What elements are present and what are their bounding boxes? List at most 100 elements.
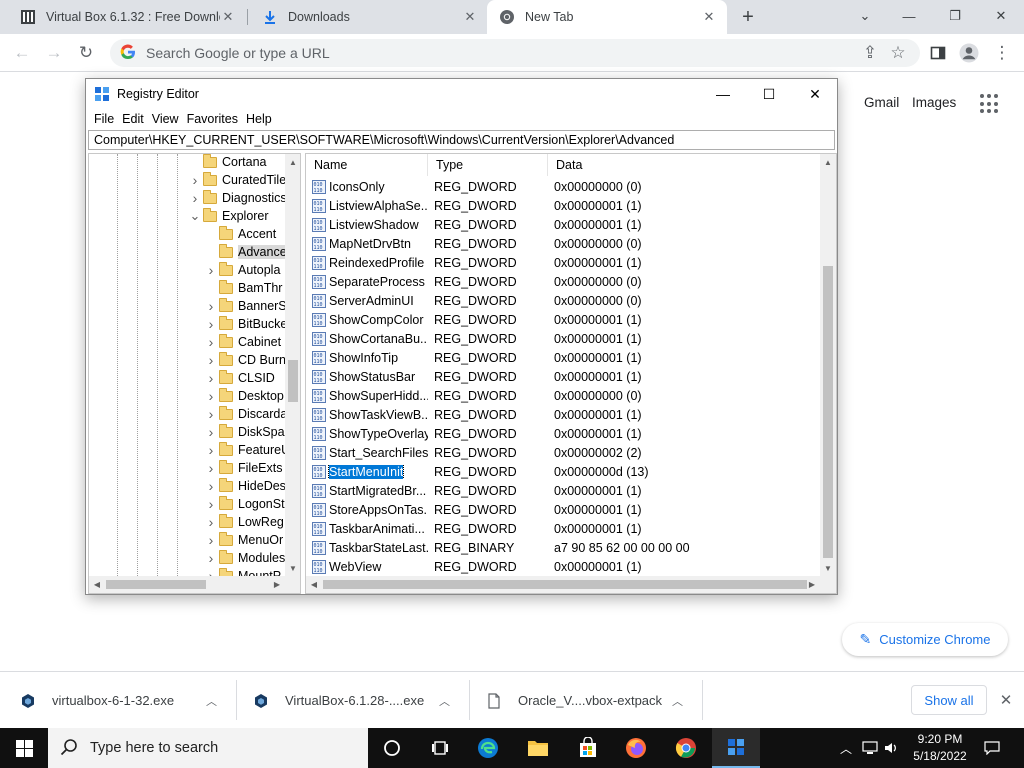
values-vertical-scrollbar[interactable]: ▲ ▼	[820, 154, 836, 576]
scroll-up-arrow-icon[interactable]: ▲	[285, 154, 300, 170]
value-row[interactable]: 010 110 ServerAdminUI REG_DWORD 0x00000000 (…	[306, 291, 820, 310]
chevron-up-icon[interactable]: ︿	[672, 693, 683, 709]
google-apps-icon[interactable]	[980, 94, 1000, 114]
tree-item[interactable]: › Autopla	[205, 261, 280, 279]
download-item[interactable]: VirtualBox-6.1.28-....exe ︿	[253, 672, 468, 729]
tree-item[interactable]: › Diagnostics	[189, 189, 285, 207]
close-icon[interactable]: ✕	[792, 79, 838, 109]
tree-item[interactable]: › CLSID	[205, 369, 275, 387]
scroll-down-arrow-icon[interactable]: ▼	[285, 560, 300, 576]
close-window-icon[interactable]: ✕	[978, 0, 1024, 32]
value-row[interactable]: 010 110 ShowInfoTip REG_DWORD 0x00000001 (1)	[306, 348, 820, 367]
chevron-right-icon[interactable]: ›	[205, 568, 217, 576]
store-icon[interactable]	[564, 728, 612, 768]
menu-file[interactable]: File	[90, 112, 118, 126]
reload-icon[interactable]: ↻	[74, 41, 98, 65]
tab-virtualbox[interactable]: Virtual Box 6.1.32 : Free Downlo ✕	[8, 0, 246, 34]
customize-chrome-button[interactable]: ✎ Customize Chrome	[842, 623, 1008, 656]
value-row[interactable]: 010 110 ShowStatusBar REG_DWORD 0x00000001 (…	[306, 367, 820, 386]
start-button[interactable]	[0, 728, 48, 768]
close-icon[interactable]: ✕	[996, 690, 1016, 710]
value-row[interactable]: 010 110 TaskbarAnimati... REG_DWORD 0x000000…	[306, 519, 820, 538]
side-panel-icon[interactable]	[926, 41, 950, 65]
notification-icon[interactable]	[980, 728, 1004, 768]
chevron-right-icon[interactable]: ›	[205, 514, 217, 530]
scroll-thumb[interactable]	[323, 580, 807, 589]
scroll-left-arrow-icon[interactable]: ◀	[89, 576, 105, 592]
chevron-right-icon[interactable]: ›	[189, 172, 201, 188]
omnibox-input[interactable]	[146, 45, 920, 61]
restore-icon[interactable]: ❐	[932, 0, 978, 32]
show-all-button[interactable]: Show all	[911, 685, 987, 715]
chevron-up-icon[interactable]: ︿	[439, 693, 450, 709]
column-header-name[interactable]: Name	[306, 154, 428, 176]
tree-item[interactable]: › FileExts	[205, 459, 282, 477]
tree-item[interactable]: Accent	[205, 225, 276, 243]
tree-vertical-scrollbar[interactable]: ▲ ▼	[285, 154, 300, 576]
gmail-link[interactable]: Gmail	[864, 95, 899, 110]
tree-item[interactable]: › Desktop	[205, 387, 284, 405]
chevron-up-icon[interactable]: ︿	[206, 693, 217, 709]
chevron-right-icon[interactable]: ›	[205, 406, 217, 422]
tree-item[interactable]: › HideDes	[205, 477, 285, 495]
value-row[interactable]: 010 110 MapNetDrvBtn REG_DWORD 0x00000000 (0…	[306, 234, 820, 253]
cortana-icon[interactable]	[368, 728, 416, 768]
kebab-menu-icon[interactable]: ⋮	[990, 41, 1014, 65]
chevron-right-icon[interactable]: ›	[205, 388, 217, 404]
tree-item[interactable]: › Discarda	[205, 405, 285, 423]
tree-item[interactable]: ⌄ Explorer	[189, 207, 269, 225]
tree-item[interactable]: › BitBucke	[205, 315, 285, 333]
tab-search-chevron-icon[interactable]: ⌄	[842, 0, 888, 32]
share-icon[interactable]: ⇪	[858, 41, 882, 65]
tree-item[interactable]: › MenuOr	[205, 531, 283, 549]
volume-icon[interactable]	[882, 728, 902, 768]
value-row[interactable]: 010 110 Start_SearchFiles REG_DWORD 0x000000…	[306, 443, 820, 462]
scroll-right-arrow-icon[interactable]: ▶	[269, 576, 285, 592]
chevron-right-icon[interactable]: ›	[205, 532, 217, 548]
chevron-right-icon[interactable]: ›	[205, 478, 217, 494]
forward-arrow-icon[interactable]: →	[42, 41, 66, 65]
value-row[interactable]: 010 110 TaskbarStateLast... REG_BINARY a7 90…	[306, 538, 820, 557]
chevron-right-icon[interactable]: ›	[205, 550, 217, 566]
download-item[interactable]: Oracle_V....vbox-extpack ︿	[486, 672, 701, 729]
value-row[interactable]: 010 110 WebView REG_DWORD 0x00000001 (1)	[306, 557, 820, 575]
tree-horizontal-scrollbar[interactable]: ◀ ▶	[89, 576, 300, 593]
address-bar[interactable]: Computer\HKEY_CURRENT_USER\SOFTWARE\Micr…	[88, 130, 835, 150]
tree-item[interactable]: › CD Burn	[205, 351, 285, 369]
value-row[interactable]: 010 110 ReindexedProfile REG_DWORD 0x0000000…	[306, 253, 820, 272]
tree-item[interactable]: › LowReg	[205, 513, 284, 531]
download-item[interactable]: virtualbox-6-1-32.exe ︿	[20, 672, 235, 729]
tree-item[interactable]: › MountP	[205, 567, 281, 576]
scroll-thumb[interactable]	[288, 360, 298, 402]
scroll-down-arrow-icon[interactable]: ▼	[820, 560, 836, 576]
chevron-right-icon[interactable]: ›	[205, 460, 217, 476]
chevron-right-icon[interactable]: ›	[205, 316, 217, 332]
firefox-icon[interactable]	[612, 728, 660, 768]
close-icon[interactable]: ✕	[462, 9, 478, 25]
chevron-right-icon[interactable]: ›	[205, 424, 217, 440]
values-list-pane[interactable]: Name Type Data 010 110 IconsOnly REG_DWORD 0…	[305, 153, 837, 594]
edge-icon[interactable]	[464, 728, 512, 768]
chevron-right-icon[interactable]: ›	[205, 370, 217, 386]
back-arrow-icon[interactable]: ←	[10, 41, 34, 65]
minimize-icon[interactable]: —	[886, 0, 932, 32]
menu-help[interactable]: Help	[242, 112, 276, 126]
minimize-icon[interactable]: —	[700, 79, 746, 109]
chevron-down-icon[interactable]: ⌄	[189, 208, 201, 224]
tree-item[interactable]: › Modules	[205, 549, 285, 567]
chevron-right-icon[interactable]: ›	[189, 190, 201, 206]
network-icon[interactable]	[858, 728, 882, 768]
menu-edit[interactable]: Edit	[118, 112, 148, 126]
menu-view[interactable]: View	[148, 112, 183, 126]
task-view-icon[interactable]	[416, 728, 464, 768]
chrome-icon[interactable]	[662, 728, 710, 768]
tree-item[interactable]: › Cabinet	[205, 333, 281, 351]
regedit-icon[interactable]	[712, 728, 760, 768]
taskbar-search[interactable]	[48, 728, 368, 768]
value-row[interactable]: 010 110 ListviewAlphaSe... REG_DWORD 0x00000…	[306, 196, 820, 215]
chevron-right-icon[interactable]: ›	[205, 262, 217, 278]
value-row[interactable]: 010 110 ListviewShadow REG_DWORD 0x00000001 …	[306, 215, 820, 234]
value-row[interactable]: 010 110 ShowCompColor REG_DWORD 0x00000001 (…	[306, 310, 820, 329]
value-row[interactable]: 010 110 ShowCortanaBu... REG_DWORD 0x0000000…	[306, 329, 820, 348]
new-tab-button[interactable]: +	[736, 5, 760, 29]
